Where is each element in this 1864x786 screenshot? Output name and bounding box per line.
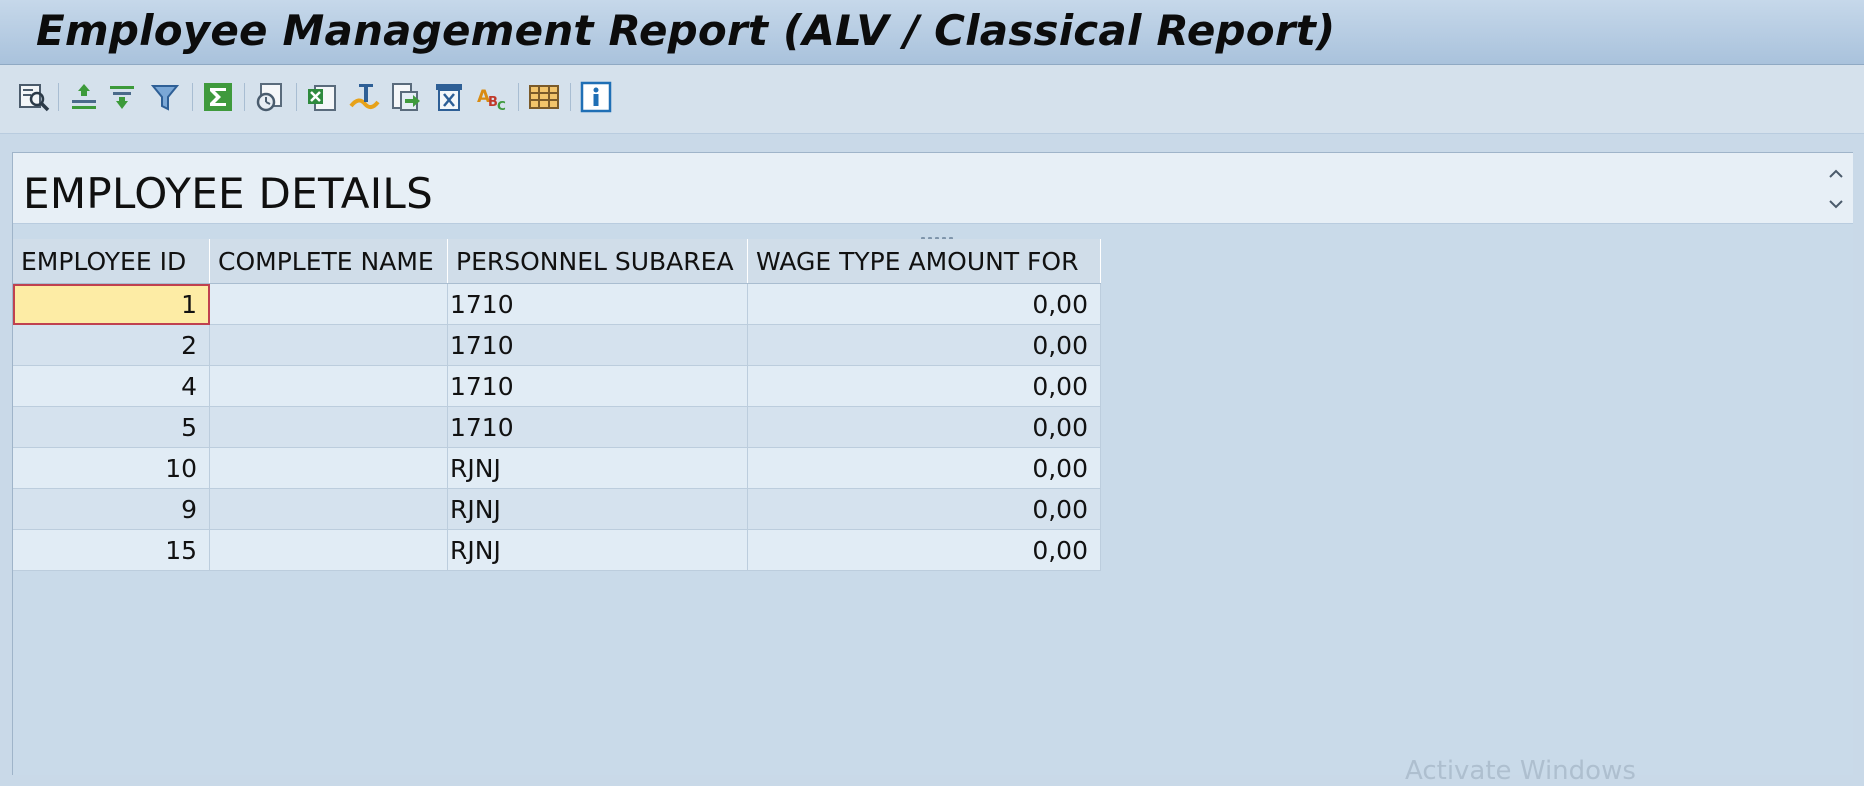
chevron-up-down-icon <box>1829 169 1843 209</box>
spreadsheet-icon <box>308 85 336 111</box>
toolbar-separator <box>570 83 571 111</box>
table-row: 4 1710 0,00 <box>13 365 1101 407</box>
table-row: 1 1710 0,00 <box>13 283 1101 325</box>
employee-table: EMPLOYEE ID COMPLETE NAME PERSONNEL SUBA… <box>13 239 1101 571</box>
info-icon <box>580 81 612 113</box>
abc-analysis-button[interactable]: A B C <box>474 79 510 115</box>
title-bar: Employee Management Report (ALV / Classi… <box>0 0 1864 65</box>
information-button[interactable] <box>578 79 614 115</box>
employee-id-cell[interactable]: 9 <box>13 488 210 530</box>
employee-id-cell[interactable]: 10 <box>13 447 210 489</box>
personnel-subarea-cell[interactable]: 1710 <box>447 283 748 325</box>
header-scroll-control[interactable] <box>1825 161 1847 217</box>
toolbar-separator <box>296 83 297 111</box>
employee-id-cell[interactable]: 5 <box>13 406 210 448</box>
total-button[interactable] <box>200 79 236 115</box>
personnel-subarea-cell[interactable]: 1710 <box>447 324 748 366</box>
table-row: 15 RJNJ 0,00 <box>13 529 1101 571</box>
personnel-subarea-cell[interactable]: 1710 <box>447 406 748 448</box>
sort-ascending-button[interactable] <box>66 79 102 115</box>
wage-amount-cell[interactable]: 0,00 <box>747 283 1101 325</box>
send-icon <box>436 84 462 111</box>
word-processing-icon <box>349 84 380 109</box>
complete-name-cell[interactable] <box>209 324 448 366</box>
toolbar-separator <box>518 83 519 111</box>
column-header-wage-type-amount[interactable]: WAGE TYPE AMOUNT FOR <box>747 239 1101 284</box>
sort-descending-button[interactable] <box>104 79 140 115</box>
filter-icon <box>150 85 180 111</box>
toolbar-separator <box>244 83 245 111</box>
details-icon <box>19 84 50 112</box>
report-header: EMPLOYEE DETAILS <box>23 169 434 218</box>
wage-amount-cell[interactable]: 0,00 <box>747 529 1101 571</box>
wage-amount-cell[interactable]: 0,00 <box>747 365 1101 407</box>
svg-text:C: C <box>497 99 506 113</box>
total-icon <box>204 83 232 111</box>
personnel-subarea-cell[interactable]: 1710 <box>447 365 748 407</box>
filter-button[interactable] <box>148 79 184 115</box>
complete-name-cell[interactable] <box>209 406 448 448</box>
employee-id-cell[interactable]: 4 <box>13 365 210 407</box>
column-header-complete-name[interactable]: COMPLETE NAME <box>209 239 448 284</box>
column-header-personnel-subarea[interactable]: PERSONNEL SUBAREA <box>447 239 748 284</box>
layout-button[interactable] <box>526 79 562 115</box>
complete-name-cell[interactable] <box>209 488 448 530</box>
toolbar-separator <box>58 83 59 111</box>
personnel-subarea-cell[interactable]: RJNJ <box>447 529 748 571</box>
personnel-subarea-cell[interactable]: RJNJ <box>447 447 748 489</box>
table-header-row: EMPLOYEE ID COMPLETE NAME PERSONNEL SUBA… <box>13 239 1101 284</box>
top-of-page-area: EMPLOYEE DETAILS <box>13 153 1853 224</box>
personnel-subarea-cell[interactable]: RJNJ <box>447 488 748 530</box>
word-processing-button[interactable] <box>346 79 382 115</box>
table-row: 2 1710 0,00 <box>13 324 1101 366</box>
employee-id-cell[interactable]: 15 <box>13 529 210 571</box>
wage-amount-cell[interactable]: 0,00 <box>747 406 1101 448</box>
employee-id-cell[interactable]: 1 <box>13 283 210 325</box>
alv-toolbar: A B C <box>0 65 1864 134</box>
column-header-employee-id[interactable]: EMPLOYEE ID <box>13 239 210 284</box>
details-button[interactable] <box>16 79 52 115</box>
print-preview-button[interactable] <box>252 79 288 115</box>
activate-windows-watermark: Activate Windows <box>1405 756 1636 786</box>
wage-amount-cell[interactable]: 0,00 <box>747 447 1101 489</box>
table-row: 9 RJNJ 0,00 <box>13 488 1101 530</box>
complete-name-cell[interactable] <box>209 447 448 489</box>
complete-name-cell[interactable] <box>209 283 448 325</box>
table-row: 10 RJNJ 0,00 <box>13 447 1101 489</box>
window-title: Employee Management Report (ALV / Classi… <box>36 6 1336 55</box>
spreadsheet-button[interactable] <box>304 79 340 115</box>
employee-id-cell[interactable]: 2 <box>13 324 210 366</box>
wage-amount-cell[interactable]: 0,00 <box>747 488 1101 530</box>
send-button[interactable] <box>432 79 468 115</box>
table-row: 5 1710 0,00 <box>13 406 1101 448</box>
local-file-icon <box>392 83 420 111</box>
complete-name-cell[interactable] <box>209 529 448 571</box>
wage-amount-cell[interactable]: 0,00 <box>747 324 1101 366</box>
layout-icon <box>529 85 559 109</box>
splitter-handle[interactable] <box>921 226 965 241</box>
alv-container: EMPLOYEE DETAILS EMPLOYEE ID COMPLETE NA… <box>12 152 1853 775</box>
sort-ascending-icon <box>72 84 96 109</box>
complete-name-cell[interactable] <box>209 365 448 407</box>
local-file-button[interactable] <box>388 79 424 115</box>
abc-analysis-icon: A B C <box>477 87 506 113</box>
toolbar-separator <box>192 83 193 111</box>
print-preview-icon <box>256 83 282 112</box>
sort-descending-icon <box>110 86 134 109</box>
